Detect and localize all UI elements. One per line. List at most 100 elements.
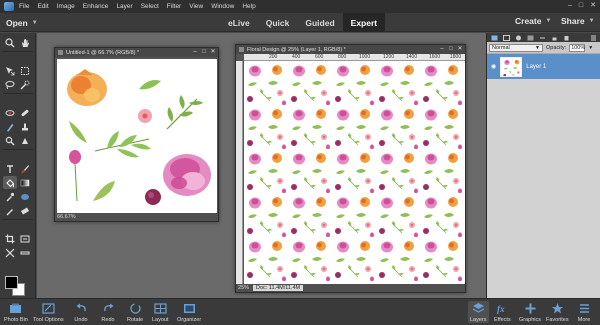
- app-logo-icon: [4, 2, 14, 11]
- menu-view[interactable]: View: [189, 3, 203, 10]
- dodge-tool-icon[interactable]: [18, 134, 32, 147]
- close-icon[interactable]: ✕: [457, 46, 463, 52]
- eraser-tool-icon[interactable]: [18, 204, 32, 217]
- link-icon[interactable]: [537, 34, 547, 41]
- pencil-tool-icon[interactable]: [3, 204, 17, 217]
- chevron-down-icon[interactable]: ▼: [588, 45, 593, 51]
- zoom-tool-icon[interactable]: [3, 36, 17, 49]
- toolbox-divider: [3, 93, 33, 95]
- menu-filter[interactable]: Filter: [167, 3, 181, 10]
- sponge-tool-icon[interactable]: [3, 134, 17, 147]
- maximize-icon[interactable]: □: [201, 49, 207, 55]
- opacity-input[interactable]: 100%: [569, 43, 585, 52]
- menu-enhance[interactable]: Enhance: [83, 3, 109, 10]
- marquee-tool-icon[interactable]: [18, 64, 32, 77]
- brush-tool-icon[interactable]: [18, 162, 32, 175]
- color-swatches[interactable]: [5, 276, 29, 296]
- vertical-ruler: [236, 61, 243, 284]
- lasso-tool-icon[interactable]: [3, 78, 17, 91]
- undo-button[interactable]: Undo: [74, 301, 88, 323]
- zoom-level: 25%: [238, 285, 250, 291]
- document-canvas[interactable]: [57, 59, 217, 214]
- visibility-eye-icon[interactable]: ◉: [491, 63, 496, 70]
- recompose-tool-icon[interactable]: [18, 232, 32, 245]
- tab-quick[interactable]: Quick: [258, 13, 298, 32]
- close-icon[interactable]: ✕: [210, 49, 216, 55]
- paint-bucket-tool-icon[interactable]: [3, 176, 17, 189]
- spot-healing-tool-icon[interactable]: [18, 106, 32, 119]
- gradient-tool-icon[interactable]: [18, 176, 32, 189]
- shape-tool-icon[interactable]: [18, 190, 32, 203]
- organizer-button[interactable]: Organizer: [177, 301, 201, 323]
- document-window-untitled[interactable]: Untitled-1 @ 66.7% (RGB/8) * – □ ✕ 66.67…: [54, 47, 219, 222]
- hand-tool-icon[interactable]: [18, 36, 32, 49]
- menu-window[interactable]: Window: [211, 3, 234, 10]
- tab-expert[interactable]: Expert: [342, 13, 386, 32]
- document-title-bar[interactable]: Floral Design @ 25% (Layer 1, RGB/8) * –…: [236, 45, 465, 54]
- rotate-button[interactable]: Rotate: [127, 301, 143, 323]
- maximize-icon[interactable]: □: [448, 46, 454, 52]
- trash-icon[interactable]: [561, 34, 571, 41]
- share-button[interactable]: Share ▼: [561, 16, 595, 26]
- create-label: Create: [515, 16, 542, 26]
- quick-selection-tool-icon[interactable]: [18, 78, 32, 91]
- minimize-icon[interactable]: –: [568, 2, 572, 10]
- document-title: Untitled-1 @ 66.7% (RGB/8) *: [66, 49, 140, 56]
- graphics-label: Graphics: [519, 317, 542, 323]
- open-button[interactable]: Open ▼: [6, 16, 38, 29]
- lock-icon[interactable]: [549, 34, 559, 41]
- layout-button[interactable]: Layout: [152, 301, 169, 323]
- horizontal-ruler: 200 400 600 800 1000 1200 1400 1600 1800: [244, 54, 465, 61]
- tab-guided[interactable]: Guided: [297, 13, 342, 32]
- move-tool-icon[interactable]: [3, 64, 17, 77]
- straighten-tool-icon[interactable]: [18, 246, 32, 259]
- menu-image[interactable]: Image: [57, 3, 75, 10]
- minimize-icon[interactable]: –: [439, 46, 445, 52]
- menu-help[interactable]: Help: [242, 3, 255, 10]
- crop-tool-icon[interactable]: [3, 232, 17, 245]
- eye-tool-icon[interactable]: [3, 106, 17, 119]
- menu-layer[interactable]: Layer: [116, 3, 132, 10]
- menu-select[interactable]: Select: [141, 3, 159, 10]
- layout-label: Layout: [152, 317, 169, 323]
- clone-stamp-tool-icon[interactable]: [18, 120, 32, 133]
- content-aware-move-tool-icon[interactable]: [3, 246, 17, 259]
- layers-stack-icon[interactable]: [489, 34, 499, 41]
- layer-row[interactable]: ◉ Layer 1: [487, 54, 600, 79]
- document-title-bar[interactable]: Untitled-1 @ 66.7% (RGB/8) * – □ ✕: [55, 48, 218, 57]
- document-status-bar: 66.67%: [55, 213, 218, 221]
- panel-menu-icon[interactable]: [588, 34, 598, 41]
- document-canvas[interactable]: [244, 61, 465, 284]
- menu-file[interactable]: File: [19, 3, 29, 10]
- adjustment-layer-icon[interactable]: [513, 34, 523, 41]
- minimize-icon[interactable]: –: [192, 49, 198, 55]
- eyedropper-tool-icon[interactable]: [3, 190, 17, 203]
- tab-elive[interactable]: eLive: [220, 13, 258, 32]
- create-button[interactable]: Create ▼: [515, 16, 551, 26]
- more-button[interactable]: More: [577, 301, 591, 323]
- graphics-button[interactable]: Graphics: [519, 301, 541, 323]
- new-layer-icon[interactable]: [501, 34, 511, 41]
- bottom-panel-bar: Photo Bin Tool Options Undo Redo Rotate …: [0, 298, 600, 325]
- document-icon: [239, 47, 244, 52]
- redo-button[interactable]: Redo: [101, 301, 115, 323]
- menu-edit[interactable]: Edit: [37, 3, 48, 10]
- tool-options-button[interactable]: Tool Options: [33, 301, 64, 323]
- layers-button[interactable]: Layers: [468, 301, 489, 323]
- type-tool-icon[interactable]: [3, 162, 17, 175]
- ruler-label: 1600: [429, 54, 441, 60]
- effects-button[interactable]: fx Effects: [494, 301, 511, 324]
- mask-icon[interactable]: [525, 34, 535, 41]
- document-size[interactable]: Doc: 11.4M/11.4M: [253, 285, 304, 291]
- layer-name: Layer 1: [526, 63, 547, 70]
- photo-bin-button[interactable]: Photo Bin: [4, 301, 28, 323]
- maximize-icon[interactable]: □: [579, 2, 583, 10]
- blend-mode-select[interactable]: Normal ▼: [489, 43, 543, 52]
- close-icon[interactable]: ✕: [590, 2, 596, 10]
- document-window-floral-design[interactable]: Floral Design @ 25% (Layer 1, RGB/8) * –…: [235, 44, 466, 293]
- favorites-button[interactable]: Favorites: [546, 301, 569, 323]
- opacity-label: Opacity:: [546, 44, 567, 51]
- foreground-color-swatch[interactable]: [5, 276, 18, 289]
- document-icon: [58, 50, 63, 55]
- smart-brush-tool-icon[interactable]: [3, 120, 17, 133]
